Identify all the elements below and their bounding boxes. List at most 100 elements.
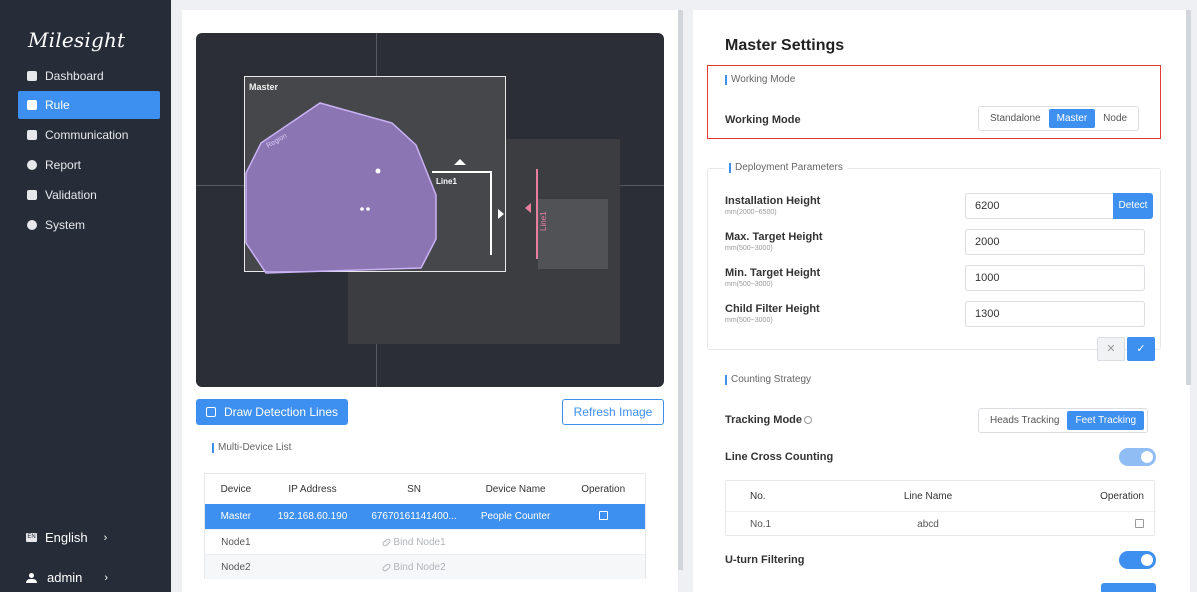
report-icon bbox=[27, 160, 37, 170]
line-label: Line1 bbox=[436, 177, 457, 186]
device-cell: Node1 bbox=[221, 536, 251, 548]
line-cross-counting-toggle[interactable] bbox=[1119, 448, 1156, 466]
column-header: SN bbox=[407, 483, 421, 495]
partial-button[interactable] bbox=[1101, 583, 1156, 592]
multi-device-list-title: Multi-Device List bbox=[212, 442, 291, 453]
working-mode-selector[interactable]: Standalone Master Node bbox=[978, 106, 1140, 131]
link-icon bbox=[381, 562, 392, 572]
info-icon[interactable] bbox=[804, 416, 813, 425]
min-target-height-input[interactable]: 1000 bbox=[965, 265, 1145, 291]
right-scrollbar[interactable] bbox=[1186, 10, 1191, 385]
table-header: No. Line Name Operation bbox=[726, 481, 1156, 511]
column-header: Operation bbox=[581, 483, 626, 495]
param-label: Installation Height bbox=[725, 195, 821, 207]
sn-cell: 67670161141400... bbox=[371, 511, 457, 522]
param-range: mm(500~3000) bbox=[725, 317, 773, 324]
counting-strategy-section-title: Counting Strategy bbox=[725, 374, 811, 385]
u-turn-filtering-label: U-turn Filtering bbox=[725, 554, 805, 566]
draw-detection-lines-button[interactable]: Draw Detection Lines bbox=[196, 399, 348, 425]
refresh-image-button[interactable]: Refresh Image bbox=[562, 399, 664, 425]
language-selector[interactable]: EN English › bbox=[26, 530, 107, 545]
sidebar-item-label: Validation bbox=[45, 188, 97, 202]
operation-cell bbox=[1038, 518, 1156, 531]
line-name-cell: abcd bbox=[917, 519, 939, 530]
sidebar-item-system[interactable]: System bbox=[18, 211, 160, 239]
dashboard-icon bbox=[27, 71, 37, 81]
sidebar-item-label: Dashboard bbox=[45, 69, 104, 83]
sidebar-item-label: Rule bbox=[45, 98, 70, 112]
sidebar-item-report[interactable]: Report bbox=[18, 151, 160, 179]
language-icon: EN bbox=[26, 533, 37, 542]
detection-panel: Master Region Line1 Line1 Draw Detection… bbox=[182, 10, 678, 592]
column-header: No. bbox=[750, 490, 766, 502]
sidebar-item-label: System bbox=[45, 218, 86, 232]
detection-region bbox=[245, 102, 437, 274]
rule-icon bbox=[27, 100, 37, 110]
region-vertex bbox=[366, 207, 370, 211]
table-row[interactable]: Node1 Bind Node1 bbox=[205, 529, 645, 554]
gear-icon bbox=[27, 220, 37, 230]
sidebar-item-validation[interactable]: Validation bbox=[18, 181, 160, 209]
direction-arrow bbox=[454, 159, 466, 165]
device-cell: Node2 bbox=[221, 561, 251, 573]
param-label: Min. Target Height bbox=[725, 267, 821, 279]
sidebar-item-label: Communication bbox=[45, 128, 129, 142]
edit-icon[interactable] bbox=[598, 510, 608, 520]
sidebar-item-communication[interactable]: Communication bbox=[18, 121, 160, 149]
draw-icon bbox=[205, 407, 216, 417]
operation-cell bbox=[561, 510, 645, 523]
column-header: Device bbox=[220, 483, 252, 495]
tracking-mode-selector[interactable]: Heads Tracking Feet Tracking bbox=[978, 408, 1149, 433]
milesight-logo: Milesight bbox=[28, 28, 126, 52]
sidebar-item-rule[interactable]: Rule bbox=[18, 91, 160, 119]
working-mode-master[interactable]: Master bbox=[1048, 109, 1096, 128]
user-menu[interactable]: admin › bbox=[26, 570, 108, 585]
installation-height-input[interactable]: 6200 bbox=[965, 193, 1115, 219]
device-table: Device IP Address SN Device Name Operati… bbox=[204, 473, 646, 579]
communication-icon bbox=[27, 130, 37, 140]
chevron-right-icon: › bbox=[103, 531, 108, 544]
param-range: mm(500~3000) bbox=[725, 245, 773, 252]
column-header: Device Name bbox=[485, 483, 546, 495]
node-line-label: Line1 bbox=[539, 211, 548, 231]
working-mode-label: Working Mode bbox=[725, 114, 801, 126]
edit-icon[interactable] bbox=[1135, 518, 1144, 528]
cancel-button[interactable]: ✕ bbox=[1097, 337, 1125, 361]
ip-cell: 192.168.60.190 bbox=[277, 511, 348, 522]
sidebar-item-dashboard[interactable]: Dashboard bbox=[18, 62, 160, 90]
table-row[interactable]: Node2 Bind Node2 bbox=[205, 554, 645, 579]
camera-preview[interactable]: Master Region Line1 Line1 bbox=[196, 33, 664, 387]
line-no-cell: No.1 bbox=[750, 519, 772, 530]
tracking-feet[interactable]: Feet Tracking bbox=[1067, 411, 1145, 430]
bind-node-link[interactable]: Bind Node2 bbox=[358, 562, 470, 573]
detect-button[interactable]: Detect bbox=[1113, 193, 1153, 219]
param-range: mm(2000~6500) bbox=[725, 209, 777, 216]
line-table: No. Line Name Operation No.1 abcd bbox=[725, 480, 1156, 537]
device-cell: Master bbox=[220, 511, 252, 522]
bind-node-link[interactable]: Bind Node1 bbox=[358, 537, 470, 548]
master-settings-panel: Master Settings Working Mode Working Mod… bbox=[693, 10, 1190, 592]
working-mode-standalone[interactable]: Standalone bbox=[982, 109, 1049, 128]
left-scrollbar[interactable] bbox=[678, 10, 683, 570]
u-turn-filtering-toggle[interactable] bbox=[1119, 551, 1156, 569]
param-label: Max. Target Height bbox=[725, 231, 823, 243]
deployment-section-title: Deployment Parameters bbox=[725, 162, 847, 173]
sidebar-item-label: Report bbox=[45, 158, 82, 172]
region-vertex bbox=[360, 207, 364, 211]
confirm-button[interactable]: ✓ bbox=[1127, 337, 1155, 361]
user-icon bbox=[26, 572, 37, 583]
column-header: Operation bbox=[1100, 490, 1144, 502]
working-mode-node[interactable]: Node bbox=[1095, 109, 1135, 128]
language-label: English bbox=[45, 530, 88, 545]
child-filter-height-input[interactable]: 1300 bbox=[965, 301, 1145, 327]
param-label: Child Filter Height bbox=[725, 303, 820, 315]
tracking-heads[interactable]: Heads Tracking bbox=[982, 411, 1067, 430]
table-row[interactable]: No.1 abcd bbox=[726, 511, 1156, 537]
max-target-height-input[interactable]: 2000 bbox=[965, 229, 1145, 255]
draw-button-label: Draw Detection Lines bbox=[223, 405, 339, 419]
direction-arrow bbox=[498, 209, 504, 219]
device-name-cell: People Counter bbox=[480, 511, 551, 522]
region-vertex bbox=[375, 168, 381, 174]
working-mode-section-title: Working Mode bbox=[725, 74, 795, 85]
table-row[interactable]: Master 192.168.60.190 67670161141400... … bbox=[205, 504, 645, 529]
